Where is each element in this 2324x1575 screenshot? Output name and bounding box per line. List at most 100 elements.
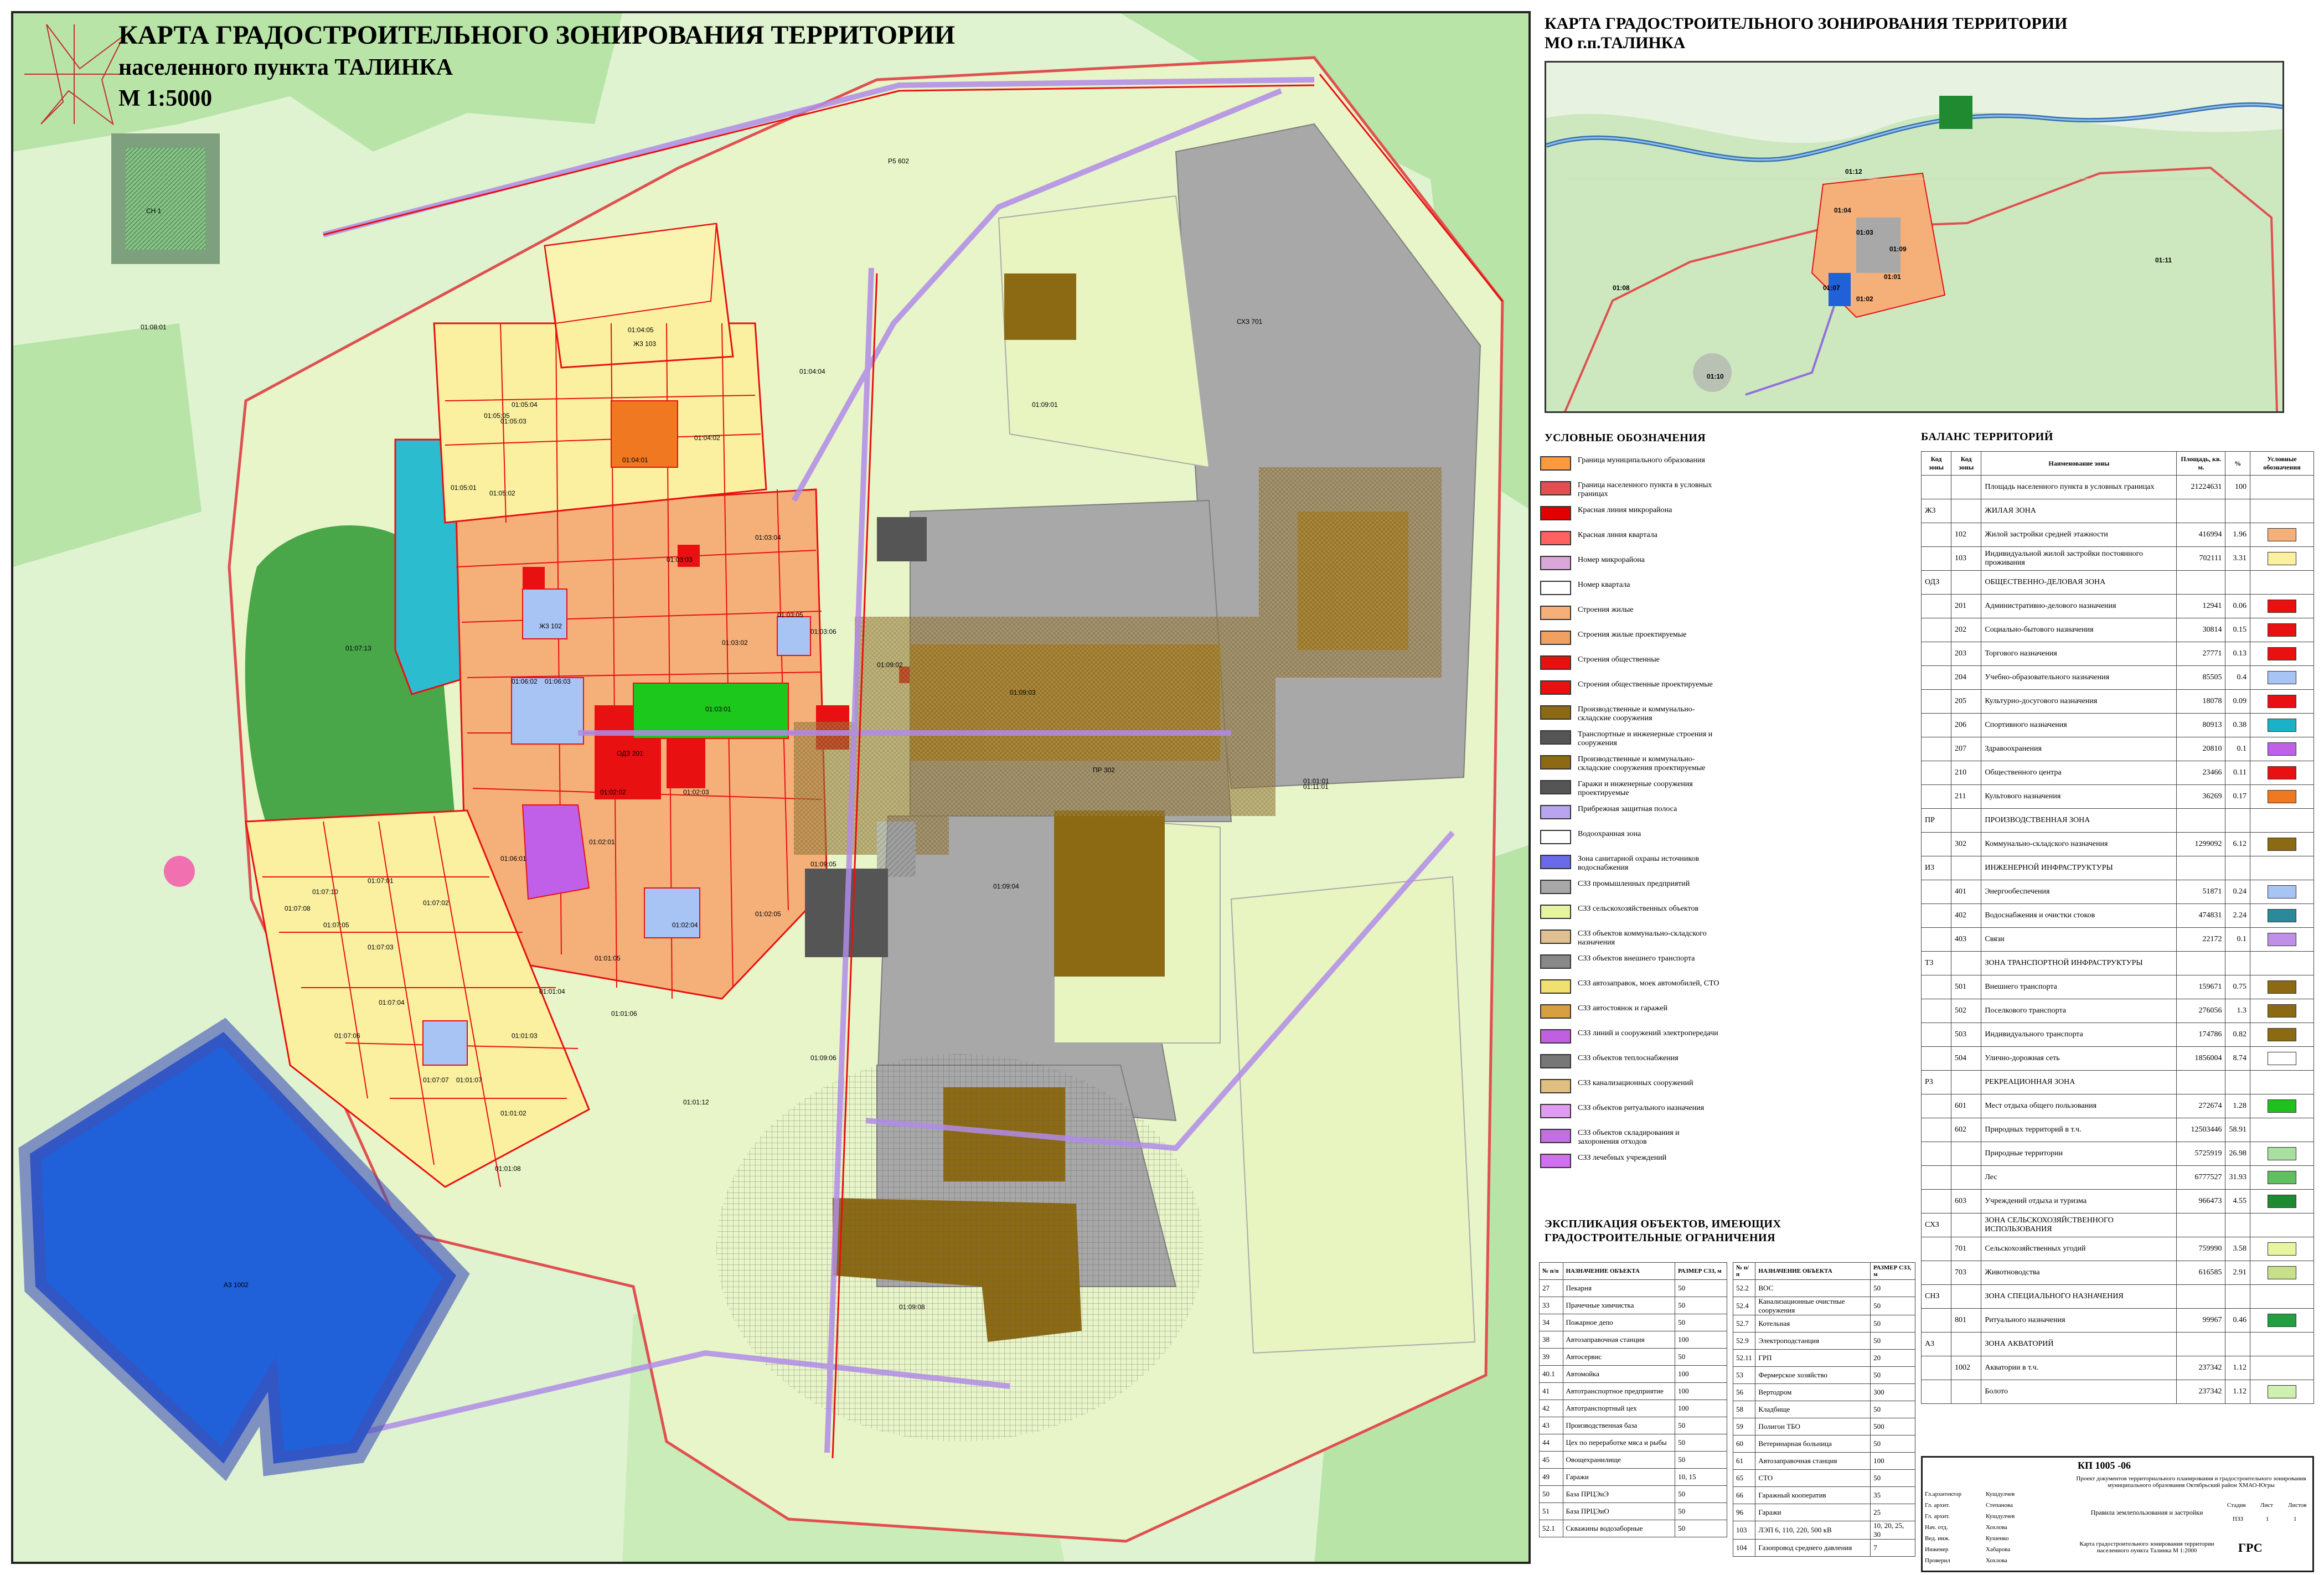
table-row: 207 Здравоохранения 20810 0.1 [1920, 737, 2315, 761]
table-row: Р3 РЕКРЕАЦИОННАЯ ЗОНА [1920, 1070, 2315, 1094]
table-cell: Внешнего транспорта [1981, 975, 2177, 999]
table-row: 602 Природных территорий в т.ч. 12503446 58… [1920, 1118, 2315, 1142]
legend-swatch [1540, 830, 1571, 844]
table-cell: 25 [1870, 1504, 1915, 1521]
quarter-label: 01:07:03 [368, 943, 394, 951]
explication-subtitle: ГРАДОСТРОИТЕЛЬНЫЕ ОГРАНИЧЕНИЯ [1545, 1232, 1776, 1244]
table-cell [2176, 808, 2226, 833]
table-cell [2249, 665, 2315, 690]
table-cell [1920, 1142, 1952, 1166]
table-cell: 0.17 [2225, 784, 2250, 809]
quarter-label: 01:01:03 [512, 1032, 538, 1040]
table-cell: Цех по переработке мяса и рыбы [1562, 1434, 1676, 1452]
legend-swatch [2267, 766, 2296, 779]
table-row: 206 Спортивного назначения 80913 0.38 [1920, 713, 2315, 737]
legend-swatch [1540, 631, 1571, 645]
table-cell: Природных территорий в т.ч. [1981, 1118, 2177, 1142]
table-cell [1920, 880, 1952, 904]
table-cell: 966473 [2176, 1189, 2226, 1213]
legend-item: СЗЗ объектов коммунально-складского назн… [1539, 927, 1716, 948]
quarter-label: 01:06:01 [500, 855, 526, 863]
table-cell: Пекарня [1562, 1279, 1676, 1297]
overview-map[interactable]: 01:12 01:04 01:11 01:09 01:08 01:10 01:0… [1545, 61, 2284, 413]
table-cell: 6777527 [2176, 1165, 2226, 1190]
table-header: № п/п [1539, 1262, 1563, 1280]
stamp-doc: Правила землепользования и застройки [2090, 1509, 2203, 1516]
table-row: Т3 ЗОНА ТРАНСПОРТНОЙ ИНФРАСТРУКТУРЫ [1920, 951, 2315, 975]
table-row: 104 Газопровод среднего давления 7 [1732, 1539, 1915, 1557]
table-cell: Спортивного назначения [1981, 713, 2177, 737]
table-cell [1951, 570, 1982, 595]
table-row: 202 Социально-бытового назначения 30814 0.1… [1920, 618, 2315, 642]
table-row: 204 Учебно-образовательного назначения 855… [1920, 665, 2315, 690]
table-cell: 302 [1951, 832, 1982, 856]
table-cell [1951, 1332, 1982, 1356]
legend-swatch [1540, 556, 1571, 570]
table-cell: 36269 [2176, 784, 2226, 809]
table-cell [1951, 951, 1982, 975]
table-row: 42 Автотранспортный цех 100 [1539, 1400, 1727, 1417]
quarter-label: 01:05:05 [484, 412, 510, 420]
legend-swatch [2267, 1314, 2296, 1327]
quarter-label: 01:01:05 [595, 954, 621, 962]
quarter-label: 01:04:01 [622, 456, 648, 464]
table-cell: ОБЩЕСТВЕННО-ДЕЛОВАЯ ЗОНА [1981, 570, 2177, 595]
table-cell [2249, 546, 2315, 571]
legend-label: Водоохранная зона [1578, 830, 1641, 838]
table-cell: 50 [1870, 1366, 1915, 1384]
table-cell: 58.91 [2225, 1118, 2250, 1142]
legend-swatch [2267, 647, 2296, 660]
table-cell: 502 [1951, 999, 1982, 1023]
table-cell: 66 [1732, 1486, 1756, 1504]
legend-swatch [2267, 838, 2296, 851]
legend-item: Строения жилые проектируемые [1539, 628, 1716, 649]
table-header-row: Код зоны Код зоны Наименование зоны Площадь… [1920, 451, 2315, 476]
table-row: 503 Индивидуального транспорта 174786 0.82 [1920, 1023, 2315, 1047]
table-cell [2225, 856, 2250, 880]
table-cell: Ритуального назначения [1981, 1308, 2177, 1333]
table-cell [1951, 856, 1982, 880]
quarter-label: 01:02:03 [683, 788, 709, 796]
legend-swatch [1540, 780, 1571, 794]
legend-item: Строения жилые [1539, 603, 1716, 624]
legend-label: СЗЗ линий и сооружений электропередачи [1578, 1029, 1718, 1037]
table-cell: Пожарное депо [1562, 1314, 1676, 1331]
stamp-sheet-title: Карта градостроительного зонирования тер… [2079, 1541, 2214, 1554]
zoning-map[interactable]: 01:08:01 01:04:04 01:04:05 01:04:01 01:0… [11, 11, 1531, 1564]
table-row: 401 Энергообеспечения 51871 0.24 [1920, 880, 2315, 904]
legend-swatch [2267, 742, 2296, 756]
quarter-label: 01:07:10 [312, 888, 338, 896]
legend-item: Номер квартала [1539, 579, 1716, 600]
table-cell: 702111 [2176, 546, 2226, 571]
table-cell: Лес [1981, 1165, 2177, 1190]
overview-label: 01:09 [1889, 245, 1907, 253]
legend-item: Гаражи и инженерные сооружения проектиру… [1539, 778, 1716, 799]
legend-swatch [2267, 1147, 2296, 1160]
table-header: Площадь, кв. м. [2176, 451, 2226, 476]
table-cell: РЕКРЕАЦИОННАЯ ЗОНА [1981, 1070, 2177, 1094]
legend-swatch [1540, 880, 1571, 894]
table-cell: 45 [1539, 1451, 1563, 1469]
table-cell: 61 [1732, 1452, 1756, 1470]
table-row: 65 СТО 50 [1732, 1469, 1915, 1487]
table-cell: 272674 [2176, 1094, 2226, 1118]
table-cell: Канализационные очистные сооружения [1755, 1297, 1871, 1315]
table-cell: 104 [1732, 1539, 1756, 1557]
table-cell: 1002 [1951, 1356, 1982, 1380]
legend-label: Красная линия микрорайона [1578, 506, 1672, 514]
table-cell [2225, 1332, 2250, 1356]
table-cell: 0.4 [2225, 665, 2250, 690]
table-cell [1920, 975, 1952, 999]
special-zone-cemetery [111, 133, 220, 264]
table-cell: 27 [1539, 1279, 1563, 1297]
table-cell: Автомойка [1562, 1365, 1676, 1383]
table-row: 201 Административно-делового назначения 12… [1920, 594, 2315, 618]
table-cell: Энергообеспечения [1981, 880, 2177, 904]
table-cell: СТО [1755, 1469, 1871, 1487]
table-cell: 0.24 [2225, 880, 2250, 904]
table-cell [2249, 570, 2315, 595]
table-cell: ПР [1920, 808, 1952, 833]
table-cell: 237342 [2176, 1380, 2226, 1404]
table-cell [2249, 1284, 2315, 1309]
quarter-label: 01:09:05 [810, 860, 836, 868]
